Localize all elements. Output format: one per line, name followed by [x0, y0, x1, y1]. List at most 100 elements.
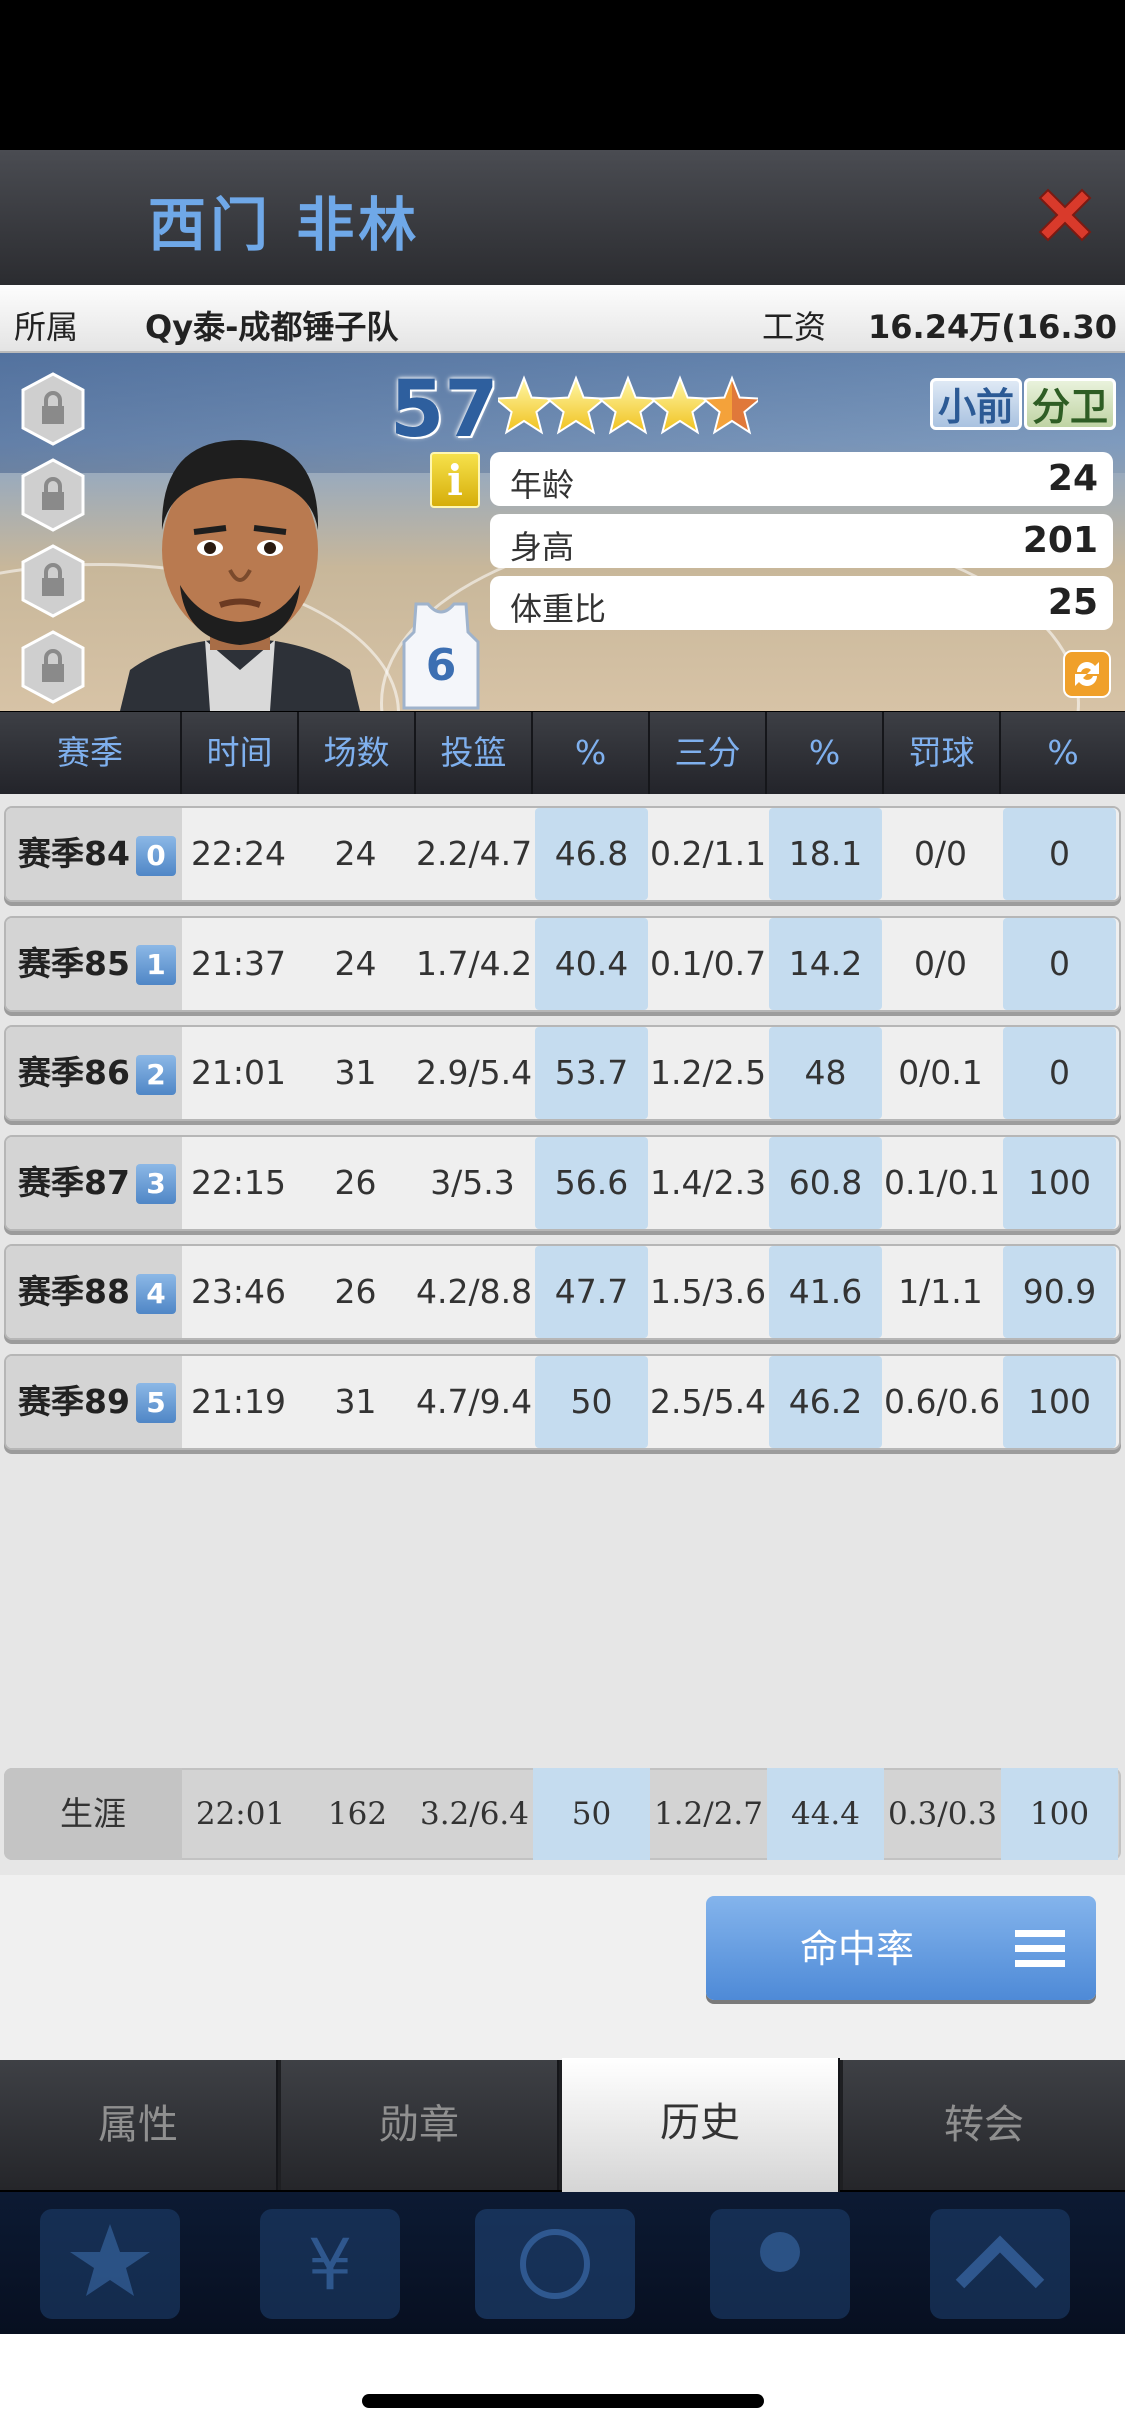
season-label: 赛季88 [18, 1272, 130, 1311]
fg-cell: 4.2/8.8 [416, 1272, 533, 1311]
fg-cell: 3/5.3 [430, 1162, 515, 1202]
star-full-icon [648, 375, 712, 435]
season-cell: 赛季85 1 [6, 917, 182, 1010]
team-icon [710, 2209, 850, 2319]
three-pct-cell: 18.1 [769, 808, 882, 900]
team-value: Qy泰-成都锤子队 [145, 308, 399, 346]
career-three-pct: 44.4 [767, 1768, 884, 1860]
ft-pct-cell: 0 [1003, 917, 1116, 1010]
games-cell: 24 [334, 834, 377, 873]
time-cell: 22:24 [190, 834, 287, 873]
menu-icon [1015, 1930, 1065, 1967]
ft-pct-cell: 0 [1003, 808, 1116, 900]
career-label: 生涯 [4, 1768, 182, 1860]
stat-label: 体重比 [510, 590, 607, 628]
season-badge: 2 [135, 1054, 176, 1095]
fg-pct-cell: 46.8 [535, 808, 648, 900]
fg-cell: 1.7/4.2 [416, 943, 533, 983]
col-header-ft-pct[interactable]: % [1001, 712, 1125, 794]
ft-pct-cell: 90.9 [1003, 1246, 1116, 1338]
three-pct-cell: 48 [769, 1027, 882, 1119]
ft-cell: 0/0 [913, 834, 968, 873]
ft-cell: 0/0.1 [898, 1053, 983, 1092]
fg-pct-cell: 40.4 [535, 917, 648, 1010]
games-cell: 24 [334, 943, 377, 983]
season-badge: 1 [135, 945, 176, 985]
player-avatar [120, 440, 360, 711]
bottom-nav-background: ¥ [0, 2192, 1125, 2334]
three-cell: 2.5/5.4 [650, 1381, 767, 1421]
three-pct-cell: 14.2 [769, 917, 882, 1010]
tab-medals[interactable]: 勋章 [281, 2060, 559, 2190]
season-cell: 赛季88 4 [6, 1246, 182, 1338]
fg-cell: 4.7/9.4 [416, 1381, 533, 1421]
stat-label: 年龄 [510, 466, 575, 504]
career-ft: 0.3/0.3 [887, 1796, 998, 1832]
fg-pct-cell: 50 [535, 1355, 648, 1448]
col-header-fg[interactable]: 投篮 [416, 712, 533, 794]
ft-pct-cell: 100 [1003, 1355, 1116, 1448]
season-badge: 0 [135, 835, 176, 876]
refresh-icon[interactable] [1063, 650, 1111, 698]
ft-cell: 0/0 [913, 943, 968, 983]
time-cell: 21:19 [190, 1381, 287, 1421]
star-icon [40, 2209, 180, 2319]
star-half-icon [700, 375, 758, 435]
star-full-icon [498, 375, 556, 435]
locked-slot-icon[interactable] [20, 372, 86, 446]
home-indicator[interactable] [362, 2394, 764, 2408]
time-cell: 23:46 [190, 1272, 287, 1311]
fg-cell: 2.9/5.4 [416, 1053, 533, 1092]
tab-transfer[interactable]: 转会 [843, 2060, 1125, 2190]
col-header-season[interactable]: 赛季 [0, 712, 182, 794]
ft-cell: 0.1/0.1 [884, 1162, 1001, 1202]
star-rating [498, 375, 758, 435]
season-label: 赛季86 [18, 1053, 130, 1092]
col-header-time[interactable]: 时间 [182, 712, 299, 794]
home-indicator-area [0, 2334, 1125, 2436]
three-cell: 1.4/2.3 [650, 1162, 767, 1202]
time-cell: 21:37 [190, 943, 287, 983]
season-badge: 4 [135, 1273, 176, 1314]
fg-pct-cell: 53.7 [535, 1027, 648, 1119]
status-area [0, 0, 1125, 150]
col-header-games[interactable]: 场数 [299, 712, 416, 794]
career-three: 1.2/2.7 [653, 1796, 764, 1832]
ft-cell: 0.6/0.6 [884, 1381, 1001, 1421]
three-pct-cell: 41.6 [769, 1246, 882, 1338]
season-cell: 赛季84 0 [6, 808, 182, 900]
svg-text:¥: ¥ [308, 2224, 353, 2306]
season-label: 赛季84 [18, 834, 130, 873]
col-header-three[interactable]: 三分 [650, 712, 767, 794]
season-label: 赛季89 [18, 1381, 130, 1421]
up-arrow-icon [930, 2209, 1070, 2319]
season-cell: 赛季86 2 [6, 1027, 182, 1119]
ft-cell: 1/1.1 [898, 1272, 983, 1311]
locked-slot-icon[interactable] [20, 544, 86, 618]
season-badge: 5 [135, 1383, 176, 1423]
tab-attributes[interactable]: 属性 [0, 2060, 278, 2190]
tab-history[interactable]: 历史 [562, 2058, 840, 2192]
season-label: 赛季87 [18, 1162, 130, 1202]
locked-slot-icon[interactable] [20, 630, 86, 704]
career-fg: 3.2/6.4 [419, 1796, 530, 1832]
overall-rating: 57 [390, 365, 499, 455]
stat-value: 25 [1047, 582, 1098, 623]
season-cell: 赛季87 3 [6, 1136, 182, 1229]
career-games: 162 [327, 1796, 388, 1832]
info-icon[interactable]: i [430, 452, 480, 508]
col-header-ft[interactable]: 罚球 [884, 712, 1001, 794]
three-pct-cell: 46.2 [769, 1355, 882, 1448]
col-header-three-pct[interactable]: % [767, 712, 884, 794]
locked-slot-icon[interactable] [20, 458, 86, 532]
three-cell: 0.2/1.1 [650, 834, 767, 873]
ft-pct-cell: 100 [1003, 1136, 1116, 1229]
col-header-fg-pct[interactable]: % [533, 712, 650, 794]
three-pct-cell: 60.8 [769, 1136, 882, 1229]
fg-pct-cell: 56.6 [535, 1136, 648, 1229]
games-cell: 26 [334, 1272, 377, 1311]
games-cell: 26 [334, 1162, 377, 1202]
court-icon [475, 2209, 635, 2319]
close-icon[interactable] [1030, 180, 1100, 250]
career-time: 22:01 [195, 1796, 286, 1832]
